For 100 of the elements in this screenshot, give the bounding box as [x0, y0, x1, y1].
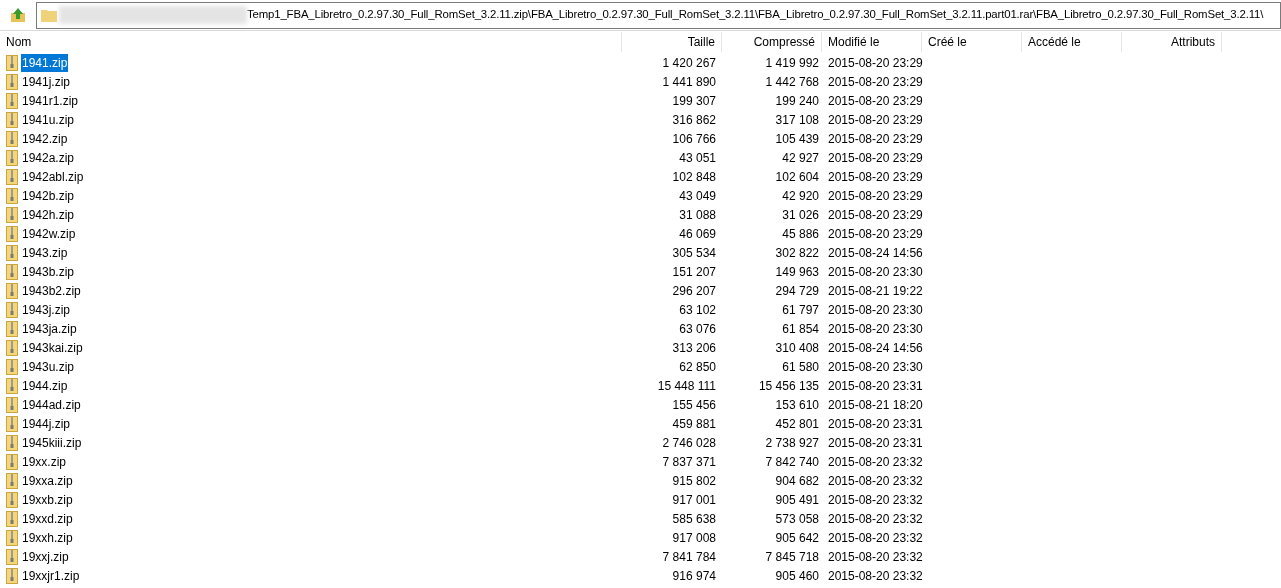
zip-folder-icon	[6, 244, 18, 261]
file-name[interactable]: 1942abl.zip	[21, 167, 85, 186]
zip-folder-icon	[6, 282, 18, 299]
zip-folder-icon	[6, 206, 18, 223]
zip-folder-icon	[6, 92, 18, 109]
table-cell-text: 2015-08-20 23:29	[828, 111, 923, 129]
zip-folder-icon	[6, 263, 18, 280]
table-cell-text: 2015-08-20 23:30	[828, 358, 923, 376]
table-cell-text: 2015-08-24 14:56	[828, 339, 923, 357]
column-header[interactable]: Créé le	[928, 33, 967, 51]
table-cell-text: 7 837 371	[662, 453, 716, 471]
column-header[interactable]: Accédé le	[1028, 33, 1081, 51]
file-name[interactable]: 1943b2.zip	[21, 281, 82, 300]
table-cell-text: 904 682	[775, 472, 819, 490]
table-cell-text: 2 738 927	[765, 434, 819, 452]
zip-folder-icon	[6, 529, 18, 546]
file-name[interactable]: 19xx.zip	[21, 452, 68, 471]
zip-folder-icon	[6, 491, 18, 508]
table-cell-text: 452 801	[775, 415, 819, 433]
table-cell-text: 199 240	[775, 92, 819, 110]
zip-folder-icon	[6, 225, 18, 242]
file-name[interactable]: 19xxb.zip	[21, 490, 74, 509]
table-cell-text: 573 058	[775, 510, 819, 528]
file-name[interactable]: 1941.zip	[21, 53, 69, 72]
file-name[interactable]: 1941r1.zip	[21, 91, 80, 110]
file-name[interactable]: 1944.zip	[21, 376, 69, 395]
file-name[interactable]: 1944j.zip	[21, 414, 72, 433]
table-cell-text: 2 746 028	[662, 434, 716, 452]
table-cell-text: 2015-08-20 23:30	[828, 320, 923, 338]
zip-folder-icon	[6, 567, 18, 584]
file-name[interactable]: 1941j.zip	[21, 72, 72, 91]
table-cell-text: 155 456	[672, 396, 716, 414]
table-cell-text: 2015-08-20 23:32	[828, 453, 923, 471]
file-name[interactable]: 19xxa.zip	[21, 471, 74, 490]
table-cell-text: 2015-08-20 23:29	[828, 168, 923, 186]
table-cell-text: 2015-08-20 23:31	[828, 377, 923, 395]
table-cell-text: 305 534	[672, 244, 716, 262]
table-cell-text: 2015-08-20 23:32	[828, 567, 923, 585]
table-cell-text: 149 963	[775, 263, 819, 281]
table-cell-text: 15 456 135	[758, 377, 819, 395]
table-cell-text: 43 051	[679, 149, 716, 167]
table-cell-text: 1 442 768	[765, 73, 819, 91]
table-cell-text: 153 610	[775, 396, 819, 414]
table-cell-text: 302 822	[775, 244, 819, 262]
zip-folder-icon	[6, 396, 18, 413]
table-cell-text: 2015-08-20 23:32	[828, 510, 923, 528]
file-name[interactable]: 1942b.zip	[21, 186, 76, 205]
zip-folder-icon	[6, 187, 18, 204]
table-cell-text: 1 419 992	[765, 54, 819, 72]
zip-folder-icon	[6, 320, 18, 337]
file-name[interactable]: 1943b.zip	[21, 262, 76, 281]
table-cell-text: 63 102	[679, 301, 716, 319]
zip-folder-icon	[6, 548, 18, 565]
column-header[interactable]: Nom	[6, 33, 32, 51]
file-name[interactable]: 1942.zip	[21, 129, 69, 148]
file-name[interactable]: 1943j.zip	[21, 300, 72, 319]
file-name[interactable]: 1943ja.zip	[21, 319, 78, 338]
table-cell-text: 63 076	[679, 320, 716, 338]
table-cell-text: 7 841 784	[662, 548, 716, 566]
file-name[interactable]: 1943.zip	[21, 243, 69, 262]
table-cell-text: 2015-08-20 23:32	[828, 491, 923, 509]
table-cell-text: 2015-08-20 23:30	[828, 263, 923, 281]
table-cell-text: 105 439	[775, 130, 819, 148]
table-cell-text: 2015-08-20 23:29	[828, 206, 923, 224]
file-name[interactable]: 19xxj.zip	[21, 547, 70, 566]
file-name[interactable]: 1943kai.zip	[21, 338, 84, 357]
table-cell-text: 905 642	[775, 529, 819, 547]
table-cell-text: 61 580	[782, 358, 819, 376]
table-cell-text: 916 974	[672, 567, 716, 585]
file-name[interactable]: 1943u.zip	[21, 357, 76, 376]
zip-folder-icon	[6, 453, 18, 470]
column-header[interactable]: Modifié le	[828, 33, 880, 51]
zip-folder-icon	[6, 301, 18, 318]
column-header[interactable]: Taille	[687, 33, 715, 51]
file-name[interactable]: 19xxd.zip	[21, 509, 74, 528]
file-name[interactable]: 1941u.zip	[21, 110, 76, 129]
table-cell-text: 2015-08-20 23:29	[828, 92, 923, 110]
column-header[interactable]: Compressé	[753, 33, 815, 51]
file-name[interactable]: 19xxjr1.zip	[21, 566, 81, 585]
zip-folder-icon	[6, 168, 18, 185]
table-cell-text: 585 638	[672, 510, 716, 528]
table-cell-text: 199 307	[672, 92, 716, 110]
table-cell-text: 2015-08-21 19:22	[828, 282, 923, 300]
file-name[interactable]: 1945kiii.zip	[21, 433, 83, 452]
file-name[interactable]: 1942h.zip	[21, 205, 76, 224]
up-arrow-icon[interactable]	[10, 7, 26, 23]
folder-icon	[41, 8, 57, 22]
file-name[interactable]: 19xxh.zip	[21, 528, 74, 547]
zip-folder-icon	[6, 358, 18, 375]
table-cell-text: 2015-08-20 23:29	[828, 187, 923, 205]
zip-folder-icon	[6, 73, 18, 90]
address-field[interactable]: Temp1_FBA_Libretro_0.2.97.30_Full_RomSet_3.2.11.zip\FBA_Libretro_0.2.97.30_Full_RomSet_3.2.11\FBA_Libretro_0.2.97.30_Full_RomSet_3.2.11.part01.rar\FBA_Libretro_0.2.97.30_Full_RomSet_3.2.11\	[36, 1, 1281, 29]
file-name[interactable]: 1944ad.zip	[21, 395, 82, 414]
file-name[interactable]: 1942w.zip	[21, 224, 77, 243]
file-name[interactable]: 1942a.zip	[21, 148, 76, 167]
table-cell-text: 45 886	[782, 225, 819, 243]
table-cell-text: 102 848	[672, 168, 716, 186]
table-cell-text: 905 460	[775, 567, 819, 585]
table-cell-text: 43 049	[679, 187, 716, 205]
column-header[interactable]: Attributs	[1171, 33, 1215, 51]
